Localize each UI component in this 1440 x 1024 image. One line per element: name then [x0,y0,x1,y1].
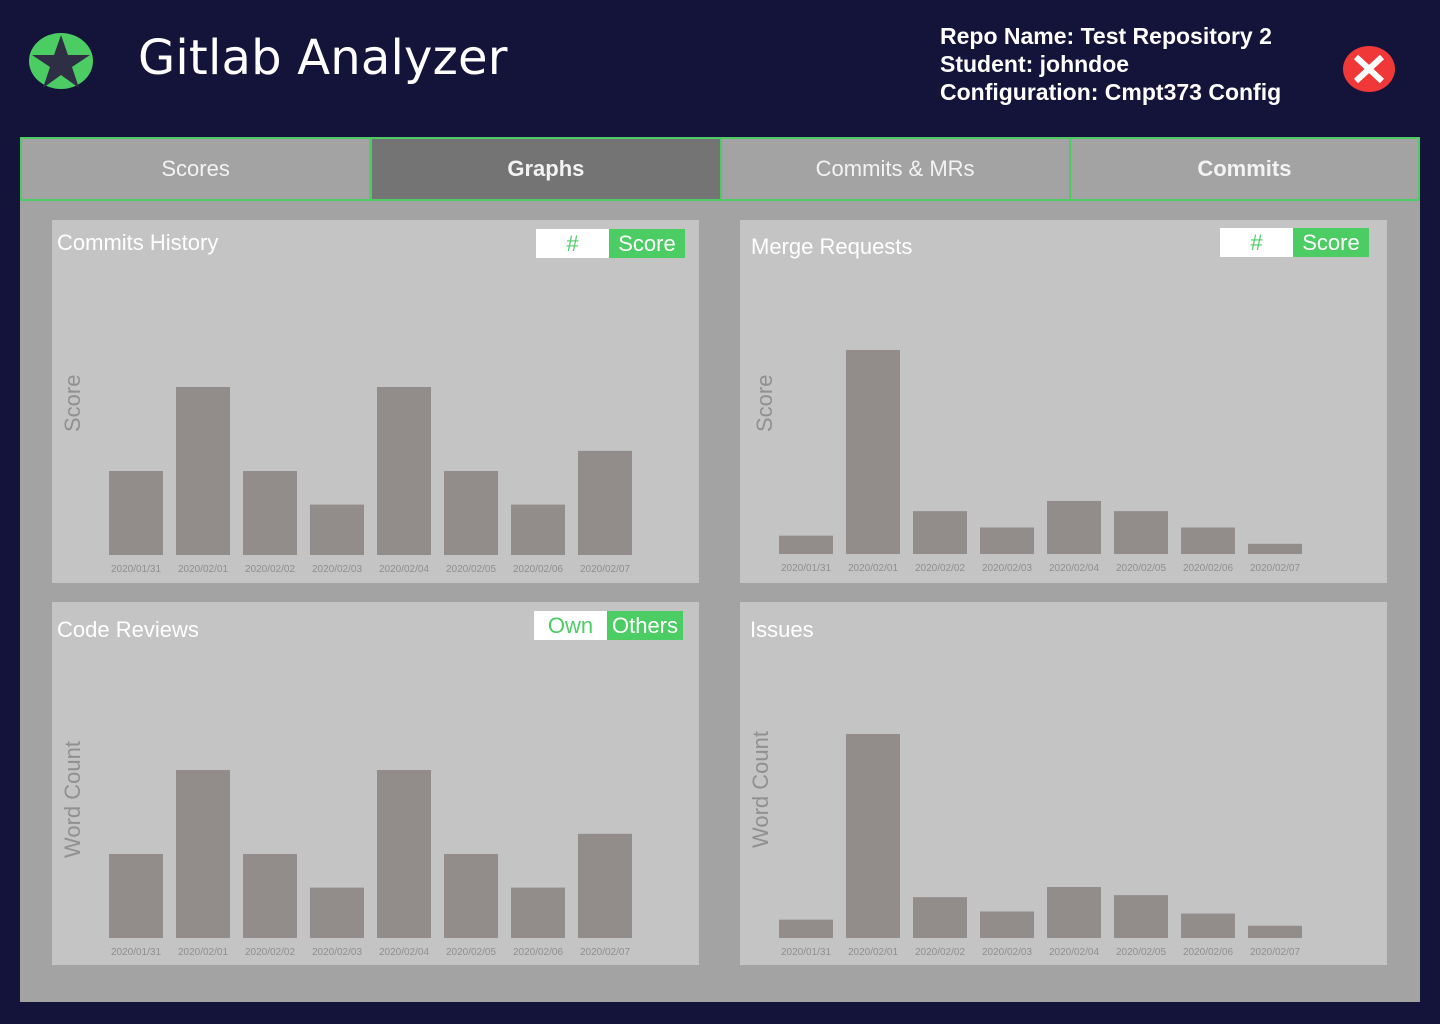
x-tick-label: 2020/02/02 [245,564,295,575]
x-tick-label: 2020/02/02 [915,563,965,574]
x-tick-label: 2020/02/04 [1049,947,1099,958]
bar-2020-02-05 [444,854,498,938]
bar-2020-02-05 [444,471,498,555]
x-tick-label: 2020/01/31 [111,947,161,958]
x-tick-label: 2020/02/03 [982,947,1032,958]
x-tick-label: 2020/02/06 [513,947,563,958]
x-tick-label: 2020/02/02 [915,947,965,958]
bar-2020-01-31 [109,854,163,938]
bar-2020-01-31 [779,919,833,938]
repo-name: Repo Name: Test Repository 2 [940,23,1272,49]
x-tick-label: 2020/02/01 [178,947,228,958]
bar-2020-01-31 [109,471,163,555]
code-reviews-panel: Code Reviews Own Others Word Count 2020/… [52,602,699,965]
bar-2020-02-05 [1114,895,1168,938]
issues-panel: Issues Word Count 2020/01/31 2020/02/01 20… [740,602,1387,965]
x-tick-label: 2020/02/05 [1116,947,1166,958]
x-tick-label: 2020/02/05 [446,564,496,575]
tab-commits[interactable]: Commits [1070,139,1418,199]
close-icon[interactable] [1342,45,1396,93]
bar-2020-02-01 [846,734,900,938]
x-tick-label: 2020/02/04 [1049,563,1099,574]
x-tick-label: 2020/02/03 [982,563,1032,574]
star-icon [29,33,93,89]
configuration-name: Configuration: Cmpt373 Config [940,79,1282,105]
bar-2020-02-02 [913,897,967,938]
bar-2020-02-03 [310,504,364,555]
x-tick-label: 2020/02/05 [1116,563,1166,574]
code-reviews-chart: 2020/01/31 2020/02/01 2020/02/02 2020/02/03… [109,770,632,958]
bar-2020-02-05 [1114,511,1168,554]
tab-scores[interactable]: Scores [22,139,372,199]
bar-2020-01-31 [779,535,833,554]
app-title: Gitlab Analyzer [138,30,508,86]
commits-history-chart: 2020/01/31 2020/02/01 2020/02/02 2020/02/03… [109,387,632,575]
tab-bar: Scores Graphs Commits & MRs Commits [20,137,1420,201]
bar-2020-02-03 [980,911,1034,938]
x-tick-label: 2020/02/05 [446,947,496,958]
bar-2020-02-07 [578,833,632,938]
x-tick-label: 2020/02/06 [1183,947,1233,958]
x-tick-label: 2020/02/07 [1250,947,1300,958]
app-header: Gitlab Analyzer Repo Name: Test Reposito… [0,0,1440,137]
bar-2020-02-04 [1047,887,1101,938]
bar-2020-02-03 [980,527,1034,554]
x-tick-label: 2020/02/01 [178,564,228,575]
bar-2020-02-07 [1248,925,1302,938]
repo-info: Repo Name: Test Repository 2 Student: jo… [940,22,1281,106]
x-tick-label: 2020/01/31 [781,563,831,574]
tab-commits-mrs[interactable]: Commits & MRs [721,139,1071,199]
commits-history-panel: Commits History # Score Score 2020/01/31… [52,220,699,583]
merge-requests-chart: 2020/01/31 2020/02/01 2020/02/02 2020/02/03… [779,350,1302,574]
bar-2020-02-06 [1181,913,1235,938]
merge-requests-panel: Merge Requests # Score Score 2020/01/31 2… [740,220,1387,583]
x-tick-label: 2020/02/04 [379,947,429,958]
x-tick-label: 2020/02/01 [848,947,898,958]
main-content: Scores Graphs Commits & MRs Commits Comm… [20,137,1420,1002]
issues-chart: 2020/01/31 2020/02/01 2020/02/02 2020/02/03… [779,734,1302,958]
x-tick-label: 2020/02/04 [379,564,429,575]
bar-2020-02-03 [310,887,364,938]
bar-2020-02-07 [578,450,632,555]
x-tick-label: 2020/02/03 [312,564,362,575]
x-tick-label: 2020/02/02 [245,947,295,958]
bar-2020-02-04 [377,770,431,938]
bar-2020-02-02 [913,511,967,554]
bar-2020-02-02 [243,854,297,938]
x-tick-label: 2020/02/06 [513,564,563,575]
bar-2020-02-06 [511,504,565,555]
student-name: Student: johndoe [940,51,1130,77]
x-tick-label: 2020/02/01 [848,563,898,574]
tab-graphs[interactable]: Graphs [371,139,722,199]
bar-2020-02-01 [176,770,230,938]
x-tick-label: 2020/01/31 [781,947,831,958]
bar-2020-02-01 [846,350,900,554]
bar-2020-02-01 [176,387,230,555]
x-tick-label: 2020/02/03 [312,947,362,958]
x-tick-label: 2020/02/07 [1250,563,1300,574]
x-tick-label: 2020/01/31 [111,564,161,575]
x-tick-label: 2020/02/07 [580,564,630,575]
bar-2020-02-07 [1248,543,1302,554]
x-tick-label: 2020/02/06 [1183,563,1233,574]
bar-2020-02-06 [1181,527,1235,554]
x-tick-label: 2020/02/07 [580,947,630,958]
bar-2020-02-04 [377,387,431,555]
bar-2020-02-02 [243,471,297,555]
bar-2020-02-04 [1047,500,1101,554]
bar-2020-02-06 [511,887,565,938]
